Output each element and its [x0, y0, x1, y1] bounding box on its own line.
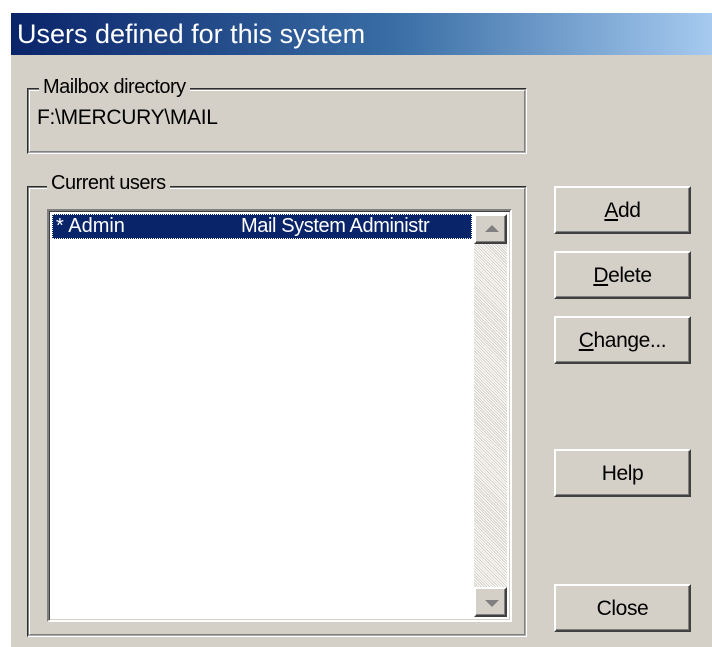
close-button[interactable]: Close [554, 584, 691, 632]
change-button[interactable]: Change... [554, 316, 691, 364]
scroll-down-button[interactable] [474, 587, 507, 617]
mailbox-directory-group: Mailbox directory F:\MERCURY\MAIL [27, 76, 527, 154]
add-button[interactable]: Add [554, 186, 691, 234]
change-mnemonic: C [578, 329, 594, 352]
mailbox-directory-label: Mailbox directory [39, 76, 190, 99]
user-name: * Admin [56, 215, 125, 237]
triangle-up-icon [485, 225, 499, 232]
current-users-label: Current users [47, 172, 170, 195]
dialog-title: Users defined for this system [11, 13, 712, 55]
delete-button[interactable]: Delete [554, 251, 691, 299]
change-label: hange... [593, 329, 667, 352]
add-mnemonic: A [604, 199, 619, 222]
delete-label: elete [608, 264, 652, 287]
add-label: dd [618, 199, 641, 222]
mailbox-directory-path: F:\MERCURY\MAIL [37, 106, 218, 129]
vertical-scrollbar[interactable] [474, 214, 507, 617]
user-description: Mail System Administr [241, 215, 430, 237]
triangle-down-icon [485, 600, 499, 607]
scroll-up-button[interactable] [474, 214, 507, 244]
help-button[interactable]: Help [554, 449, 691, 497]
users-listbox[interactable]: * Admin Mail System Administr [47, 209, 512, 622]
list-item[interactable]: * Admin Mail System Administr [52, 214, 472, 239]
delete-mnemonic: D [593, 264, 609, 287]
